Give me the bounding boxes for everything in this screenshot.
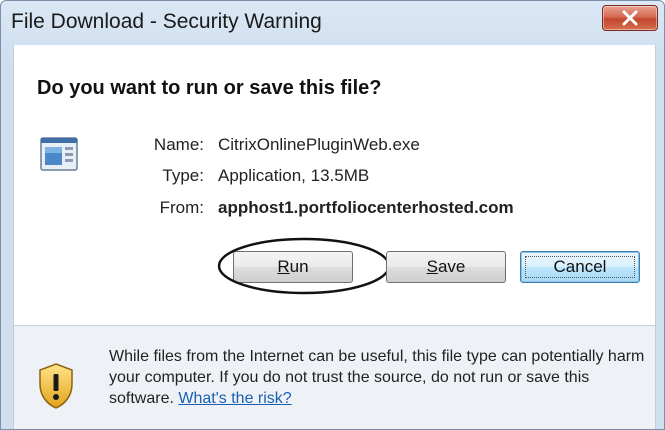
warning-message: While files from the Internet can be use… bbox=[109, 346, 654, 409]
window-title: File Download - Security Warning bbox=[11, 10, 322, 33]
whats-the-risk-link[interactable]: What's the risk? bbox=[178, 390, 291, 407]
close-icon bbox=[622, 10, 638, 26]
file-source-value: apphost1.portfoliocenterhosted.com bbox=[218, 198, 514, 217]
name-label: Name: bbox=[153, 135, 204, 154]
shield-warning-icon bbox=[39, 363, 73, 409]
cancel-button[interactable]: Cancel bbox=[520, 251, 640, 283]
dialog-question: Do you want to run or save this file? bbox=[37, 77, 382, 99]
dialog-content: Do you want to run or save this file? Na… bbox=[13, 45, 656, 325]
type-label: Type: bbox=[162, 166, 204, 185]
cancel-button-label: Cancel bbox=[553, 257, 607, 276]
file-type-value: Application, 13.5MB bbox=[218, 166, 370, 185]
file-name-value: CitrixOnlinePluginWeb.exe bbox=[218, 135, 420, 154]
file-download-dialog: File Download - Security Warning Do you … bbox=[0, 0, 665, 430]
close-button[interactable] bbox=[602, 5, 658, 31]
warning-panel: While files from the Internet can be use… bbox=[13, 325, 656, 429]
save-button-label: Save bbox=[426, 257, 466, 276]
highlight-ellipse bbox=[217, 237, 391, 295]
save-button[interactable]: Save bbox=[386, 251, 506, 283]
title-bar[interactable]: File Download - Security Warning bbox=[1, 1, 664, 45]
from-label: From: bbox=[159, 198, 204, 217]
